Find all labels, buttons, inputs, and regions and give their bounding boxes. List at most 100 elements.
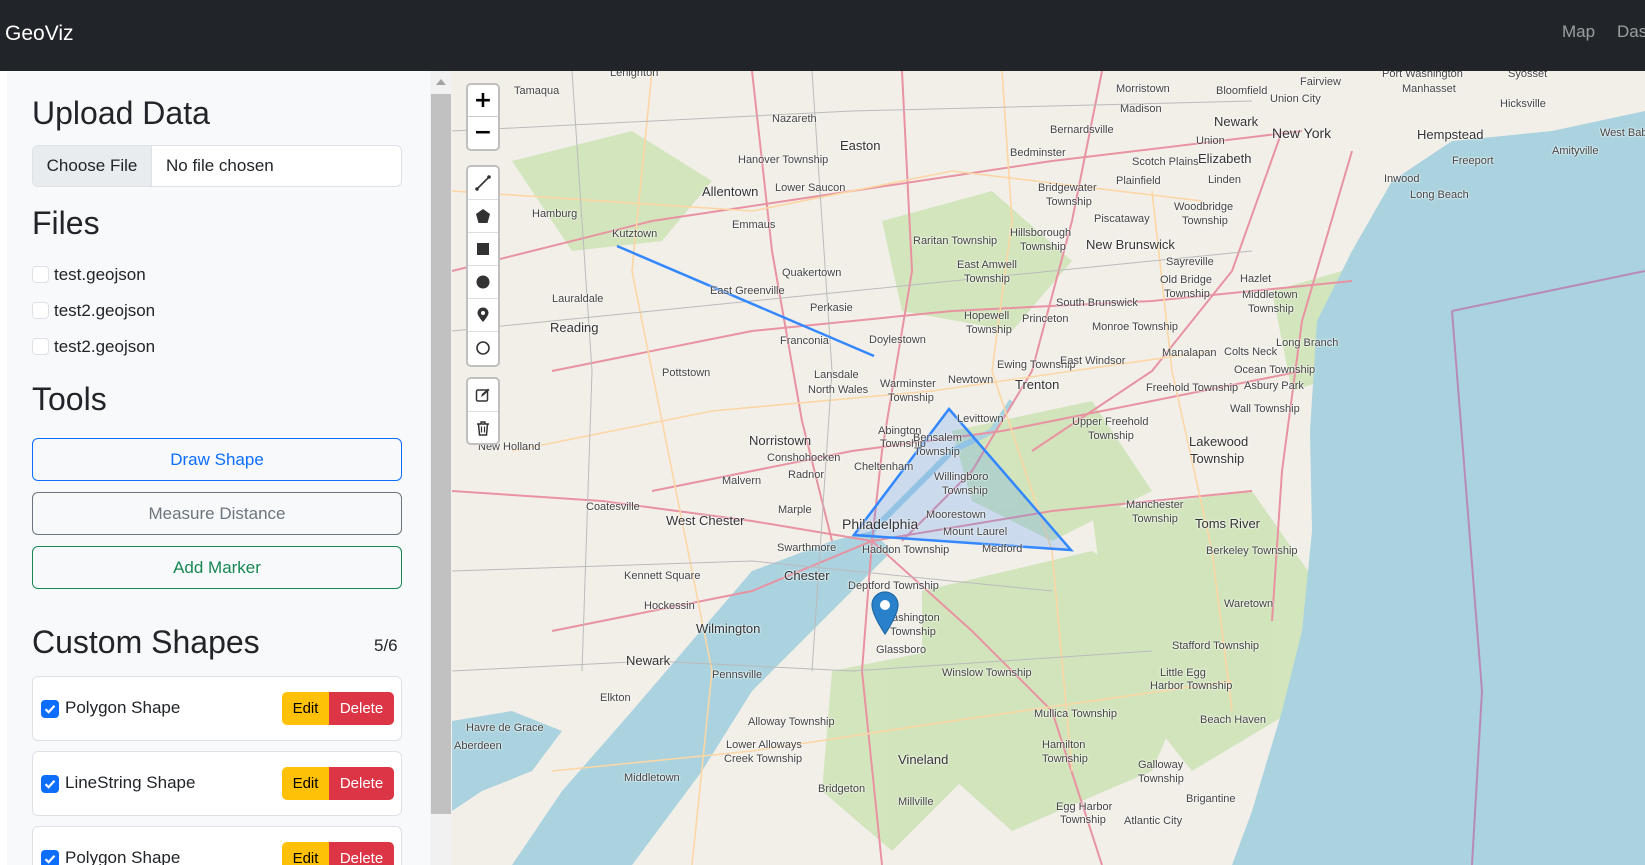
- draw-circlemarker-button[interactable]: [468, 332, 498, 365]
- zoom-in-button[interactable]: +: [468, 85, 498, 117]
- file-input[interactable]: Choose File No file chosen: [32, 145, 402, 187]
- place-label: Harbor Township: [1150, 680, 1233, 692]
- place-label: Kennett Square: [624, 570, 701, 582]
- place-label: Township: [914, 446, 960, 458]
- place-label: New York: [1272, 125, 1332, 141]
- circlemarker-icon: [476, 341, 490, 355]
- place-label: Tamaqua: [514, 85, 560, 97]
- place-label: Emmaus: [732, 219, 776, 231]
- delete-button[interactable]: Delete: [329, 692, 394, 725]
- place-label: Township: [1060, 814, 1106, 826]
- scroll-up-arrow-icon[interactable]: [436, 79, 446, 85]
- file-label: test.geojson: [54, 265, 146, 284]
- place-label: Amityville: [1552, 145, 1599, 157]
- place-label: Cheltenham: [854, 461, 914, 473]
- place-label: Lower Alloways: [726, 739, 802, 751]
- place-label: Warminster: [880, 378, 936, 390]
- place-label: Long Branch: [1276, 337, 1339, 349]
- place-label: Township: [942, 485, 988, 497]
- place-label: East Greenville: [710, 285, 785, 297]
- place-label: Hillsborough: [1010, 227, 1072, 239]
- edit-layers-button[interactable]: [468, 379, 498, 412]
- place-label: Township: [1020, 241, 1066, 253]
- file-checkbox[interactable]: [32, 302, 49, 319]
- place-label: Alloway Township: [748, 716, 835, 728]
- place-label: Middletown: [1242, 289, 1298, 301]
- nav-link-map[interactable]: Map: [1562, 22, 1595, 42]
- place-label: New Brunswick: [1086, 237, 1175, 252]
- place-label: Hazlet: [1240, 273, 1272, 285]
- delete-button[interactable]: Delete: [329, 842, 394, 865]
- place-label: Bloomfield: [1216, 85, 1268, 97]
- nav-link-dashboard[interactable]: Dash: [1617, 22, 1645, 42]
- place-label: Galloway: [1138, 759, 1184, 771]
- edit-button[interactable]: Edit: [282, 842, 329, 865]
- draw-circle-button[interactable]: [468, 266, 498, 299]
- place-label: Lower Saucon: [775, 182, 846, 194]
- place-label: North Wales: [808, 384, 869, 396]
- place-label: Lauraldale: [552, 293, 604, 305]
- place-label: Newark: [1214, 114, 1259, 129]
- delete-button[interactable]: Delete: [329, 767, 394, 800]
- place-label: Quakertown: [782, 267, 842, 279]
- place-label: Winslow Township: [942, 667, 1032, 679]
- shape-checkbox[interactable]: [41, 850, 59, 865]
- shape-checkbox[interactable]: [41, 700, 59, 718]
- add-marker-button[interactable]: Add Marker: [32, 546, 402, 589]
- place-label: Raritan Township: [913, 235, 998, 247]
- delete-layers-button[interactable]: [468, 412, 498, 445]
- rectangle-icon: [477, 243, 489, 255]
- file-checkbox[interactable]: [32, 338, 49, 355]
- drawn-linestring[interactable]: [616, 244, 875, 358]
- polygon-icon: [476, 209, 490, 223]
- place-label: Pennsville: [712, 669, 763, 681]
- place-label: Conshohocken: [767, 452, 841, 464]
- scroll-thumb[interactable]: [431, 94, 451, 814]
- place-label: Township: [964, 273, 1010, 285]
- place-label: Glassboro: [876, 644, 927, 656]
- place-label: Manchester: [1126, 499, 1184, 511]
- place-label: Freehold Township: [1146, 382, 1239, 394]
- file-status: No file chosen: [166, 156, 274, 175]
- brand[interactable]: GeoViz: [5, 22, 74, 46]
- draw-shape-button[interactable]: Draw Shape: [32, 438, 402, 481]
- place-label: Willingboro: [934, 471, 989, 483]
- file-label: test2.geojson: [54, 337, 156, 356]
- place-label: Lehighton: [610, 71, 659, 79]
- measure-distance-button[interactable]: Measure Distance: [32, 492, 402, 535]
- place-label: Atlantic City: [1124, 815, 1183, 827]
- place-label: West Chester: [666, 513, 745, 528]
- file-checkbox[interactable]: [32, 266, 49, 283]
- place-label: Radnor: [788, 469, 825, 481]
- draw-rectangle-button[interactable]: [468, 233, 498, 266]
- shapes-count: 5/6: [374, 636, 398, 655]
- place-label: Havre de Grace: [466, 722, 544, 734]
- map[interactable]: Lehighton Tamaqua Nazareth Easton Hanove…: [452, 71, 1645, 865]
- place-label: Hamilton: [1042, 739, 1086, 751]
- place-label: Wall Township: [1230, 403, 1300, 415]
- place-label: Hamburg: [532, 208, 578, 220]
- place-label: Coatesville: [586, 501, 640, 513]
- edit-button[interactable]: Edit: [282, 692, 329, 725]
- draw-marker-button[interactable]: [468, 299, 498, 332]
- draw-polyline-button[interactable]: [468, 167, 498, 200]
- map-marker-icon[interactable]: [871, 591, 899, 635]
- place-label: Chester: [784, 568, 830, 583]
- place-label: Newtown: [948, 374, 994, 386]
- place-label: Berkeley Township: [1206, 545, 1298, 557]
- place-label: Manalapan: [1162, 347, 1217, 359]
- shape-checkbox[interactable]: [41, 775, 59, 793]
- check-icon: [44, 705, 56, 714]
- place-label: Philadelphia: [842, 516, 919, 532]
- place-label: Township: [1248, 303, 1294, 315]
- place-label: Stafford Township: [1172, 640, 1260, 652]
- place-label: Township: [1138, 773, 1184, 785]
- place-label: Township: [888, 392, 934, 404]
- draw-polygon-button[interactable]: [468, 200, 498, 233]
- zoom-out-button[interactable]: −: [468, 117, 498, 149]
- edit-button[interactable]: Edit: [282, 767, 329, 800]
- zoom-control: + −: [466, 83, 500, 151]
- place-label: Scotch Plains: [1132, 156, 1199, 168]
- sidebar-scrollbar[interactable]: [430, 71, 452, 865]
- choose-file-button[interactable]: Choose File: [33, 146, 152, 186]
